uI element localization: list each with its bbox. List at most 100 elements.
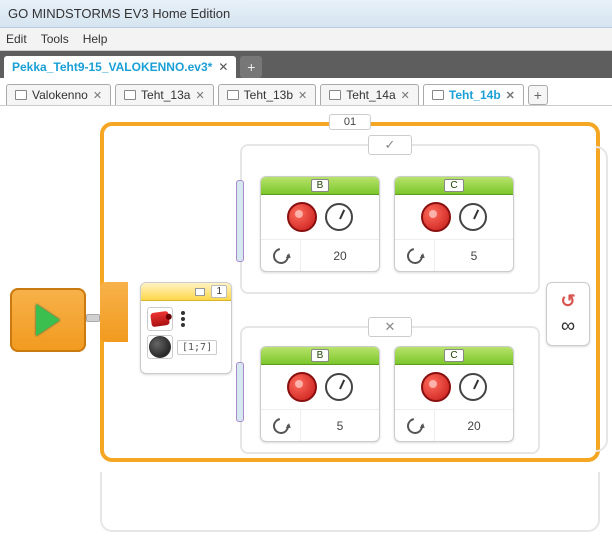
sample-circle-icon [149, 336, 171, 358]
cycle-icon [269, 414, 291, 436]
tab-label: Teht_14b [449, 88, 501, 102]
start-block[interactable] [10, 288, 86, 352]
loop-right-frame [596, 146, 608, 452]
loop-name-label[interactable]: 01 [329, 114, 371, 130]
motor-body [395, 365, 513, 409]
case-false-tab[interactable]: ✕ [368, 317, 412, 337]
switch-header: 1 [141, 283, 231, 301]
motor-mode-selector[interactable] [261, 240, 301, 271]
motor-mode-selector[interactable] [395, 410, 435, 441]
motor-block-b-bot[interactable]: B 5 [260, 346, 380, 442]
cycle-icon [269, 244, 291, 266]
program-tab-bar: Valokenno ✕ Teht_13a ✕ Teht_13b ✕ Teht_1… [0, 78, 612, 106]
compare-mode[interactable] [147, 335, 173, 359]
tab-teht13a[interactable]: Teht_13a ✕ [115, 84, 214, 105]
tab-label: Valokenno [32, 88, 88, 102]
case-true-tab[interactable]: ✓ [368, 135, 412, 155]
loop-end-block[interactable]: ↺ ∞ [546, 282, 590, 346]
program-icon [227, 90, 239, 100]
motor-body [395, 195, 513, 239]
color-sensor-icon [150, 311, 170, 327]
menu-help[interactable]: Help [83, 32, 108, 46]
gauge-icon [459, 373, 487, 401]
motor-body [261, 365, 379, 409]
tab-valokenno[interactable]: Valokenno ✕ [6, 84, 111, 105]
close-icon[interactable]: ✕ [93, 89, 102, 102]
project-tab-bar: Pekka_Teht9-15_VALOKENNO.ev3* ✕ + [0, 51, 612, 78]
gauge-icon [325, 373, 353, 401]
tab-label: Teht_13a [141, 88, 190, 102]
motor-port[interactable]: C [444, 349, 463, 362]
project-tab[interactable]: Pekka_Teht9-15_VALOKENNO.ev3* ✕ [4, 56, 236, 78]
color-sensor-mode[interactable] [147, 307, 173, 331]
motor-port[interactable]: B [311, 179, 330, 192]
motor-power-value[interactable]: 5 [435, 249, 513, 263]
switch-case-false[interactable]: ✕ B 5 C [240, 326, 540, 454]
motor-wheel-icon [287, 202, 317, 232]
sequence-beam [236, 180, 244, 262]
switch-case-true[interactable]: ✓ B 20 C [240, 144, 540, 294]
motor-header: C [395, 177, 513, 195]
program-icon [329, 90, 341, 100]
close-icon[interactable]: ✕ [298, 89, 307, 102]
loop-block[interactable]: 01 1 [100, 122, 600, 462]
motor-power-value[interactable]: 20 [301, 249, 379, 263]
tab-teht14a[interactable]: Teht_14a ✕ [320, 84, 419, 105]
loop-start-cap [100, 282, 128, 342]
loop-repeat-icon: ↺ [560, 291, 575, 312]
motor-port[interactable]: B [311, 349, 330, 362]
switch-block[interactable]: 1 [1;7] [140, 282, 232, 374]
close-icon[interactable]: ✕ [506, 89, 515, 102]
motor-footer: 5 [395, 239, 513, 271]
menu-bar: Edit Tools Help [0, 28, 612, 51]
add-project-button[interactable]: + [240, 56, 262, 78]
program-canvas[interactable]: 01 1 [0, 106, 612, 536]
close-icon[interactable]: ✕ [218, 60, 228, 74]
tab-label: Teht_14a [346, 88, 395, 102]
switch-body: [1;7] [141, 301, 231, 365]
motor-power-value[interactable]: 20 [435, 419, 513, 433]
add-program-button[interactable]: + [528, 85, 548, 105]
motor-footer: 20 [261, 239, 379, 271]
motor-body [261, 195, 379, 239]
motor-port[interactable]: C [444, 179, 463, 192]
close-icon[interactable]: ✕ [195, 89, 204, 102]
cycle-icon [403, 244, 425, 266]
sequence-beam [236, 362, 244, 422]
gauge-icon [459, 203, 487, 231]
close-icon[interactable]: ✕ [401, 89, 410, 102]
window-title: GO MINDSTORMS EV3 Home Edition [0, 0, 612, 28]
project-tab-label: Pekka_Teht9-15_VALOKENNO.ev3* [12, 60, 212, 74]
menu-edit[interactable]: Edit [6, 32, 27, 46]
motor-power-value[interactable]: 5 [301, 419, 379, 433]
motor-header: C [395, 347, 513, 365]
loop-infinity-icon[interactable]: ∞ [561, 315, 575, 338]
sequence-wire [86, 314, 100, 322]
dots-icon [177, 307, 203, 331]
switch-threshold[interactable]: [1;7] [177, 340, 217, 355]
program-icon [15, 90, 27, 100]
motor-block-b-top[interactable]: B 20 [260, 176, 380, 272]
motor-header: B [261, 177, 379, 195]
motor-wheel-icon [421, 372, 451, 402]
program-icon [124, 90, 136, 100]
cycle-icon [403, 414, 425, 436]
motor-mode-selector[interactable] [261, 410, 301, 441]
motor-footer: 20 [395, 409, 513, 441]
tab-teht13b[interactable]: Teht_13b ✕ [218, 84, 317, 105]
motor-mode-selector[interactable] [395, 240, 435, 271]
motor-wheel-icon [421, 202, 451, 232]
motor-block-c-bot[interactable]: C 20 [394, 346, 514, 442]
menu-tools[interactable]: Tools [41, 32, 69, 46]
motor-header: B [261, 347, 379, 365]
outer-frame [100, 472, 600, 532]
program-icon [432, 90, 444, 100]
motor-wheel-icon [287, 372, 317, 402]
motor-footer: 5 [261, 409, 379, 441]
play-icon [36, 304, 60, 336]
tab-teht14b[interactable]: Teht_14b ✕ [423, 84, 524, 105]
motor-block-c-top[interactable]: C 5 [394, 176, 514, 272]
switch-port[interactable]: 1 [211, 285, 227, 298]
tab-label: Teht_13b [244, 88, 293, 102]
brick-icon [195, 288, 205, 296]
